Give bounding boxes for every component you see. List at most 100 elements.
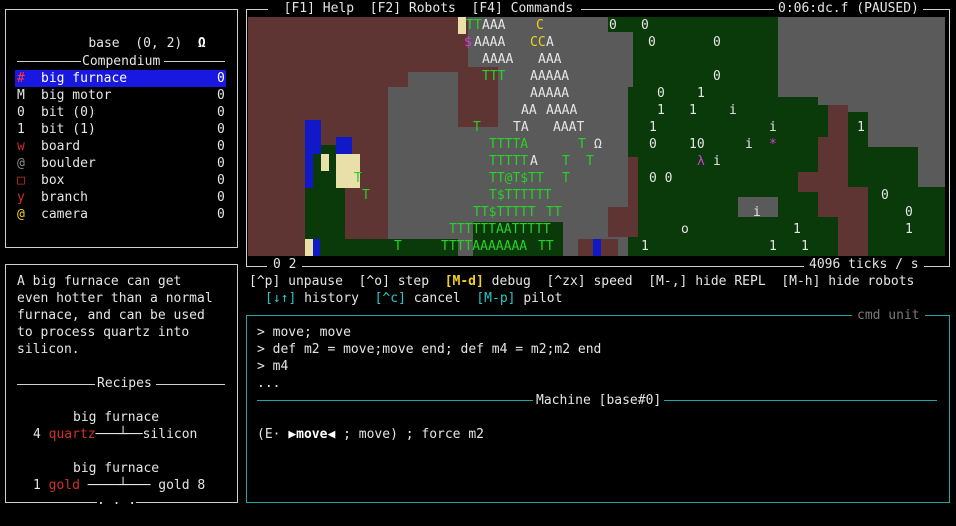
world-entity: AAAA [546, 103, 578, 118]
item-name: bit (1) [41, 122, 96, 137]
help-menu[interactable]: [F1] Help [284, 1, 354, 16]
world-coords: 0 2 [267, 256, 303, 273]
world-entity: T [473, 120, 481, 135]
world-entity: T [562, 171, 570, 186]
world-entity: 0 [713, 35, 721, 50]
item-count: 0 [217, 105, 225, 120]
world-entity: Ω [594, 137, 602, 152]
compendium-item[interactable]: □ box 0 [15, 172, 226, 189]
keybind-key[interactable]: [M-d] [445, 274, 484, 289]
keybind-label: step [397, 274, 430, 289]
world-entity: T$TTTTTT [489, 188, 552, 203]
world-entity: TT [546, 205, 562, 220]
item-glyph: @ [17, 156, 25, 171]
recipe-output: gold 8 [158, 478, 206, 493]
world-entity: i [745, 137, 753, 152]
description-line: to process quartz into [17, 325, 190, 340]
description-line: silicon. [17, 342, 80, 357]
terrain-cell [305, 137, 321, 154]
compendium-item[interactable]: @ camera 0 [15, 206, 226, 223]
description-panel: A big furnace can get even hotter than a… [5, 264, 238, 509]
world-entity: TT [466, 18, 482, 33]
compendium-title: Compendium [82, 54, 161, 69]
machine-title: Machine [base#0] [533, 392, 665, 409]
compendium-item[interactable]: 1 bit (1) 0 [15, 121, 226, 138]
terrain-cell [305, 239, 313, 256]
world-entity: AAAA [474, 35, 506, 50]
machine-state: (E· ▶move◀ ; move) ; force m2 [257, 426, 484, 443]
repl-history-line: > move; move [257, 325, 351, 340]
recipe-machine: big furnace [73, 461, 160, 476]
machine-prefix: (E· [257, 427, 289, 442]
keybind-key[interactable]: [↓↑] [265, 291, 296, 306]
terrain-cell [738, 17, 778, 197]
compendium-item[interactable]: @ boulder 0 [15, 155, 226, 172]
item-glyph: w [17, 139, 25, 154]
description-line: furnace, and can be used [17, 308, 205, 323]
item-count: 0 [217, 122, 225, 137]
world-entity: TTTTA [489, 137, 529, 152]
world-entity: * [769, 137, 777, 152]
world-entity: 1 [801, 239, 809, 254]
recipe-quantity: 1 [33, 478, 41, 493]
omega-icon: Ω [197, 36, 206, 51]
world-entity: CC [530, 35, 546, 50]
compendium-item[interactable]: w board 0 [15, 138, 226, 155]
more-recipes-indicator: . . . [97, 492, 137, 509]
item-glyph: M [17, 88, 25, 103]
world-entity: T [394, 239, 402, 254]
item-count: 0 [217, 71, 225, 86]
item-glyph: # [17, 71, 25, 86]
robots-menu[interactable]: [F2] Robots [370, 1, 456, 16]
compendium-item[interactable]: y branch 0 [15, 189, 226, 206]
compendium-item[interactable]: 0 bit (0) 0 [15, 104, 226, 121]
keybind-key[interactable]: [^c] [375, 291, 406, 306]
keybind-key[interactable]: [^o] [359, 274, 390, 289]
terrain-cell [312, 239, 320, 256]
keybind-key[interactable]: [^p] [249, 274, 280, 289]
world-entity: 1 [769, 239, 777, 254]
recipe-arrow: ────┴─── [87, 478, 151, 493]
terrain-cell [336, 137, 352, 154]
terrain-cell [608, 207, 638, 237]
terrain-cell [388, 87, 458, 256]
keybind-key[interactable]: [M-,] [648, 274, 687, 289]
item-glyph: □ [17, 173, 25, 188]
item-name: camera [41, 207, 88, 222]
recipe-machine: big furnace [73, 410, 160, 425]
world-entity: TT [538, 239, 554, 254]
compendium-item[interactable]: # big furnace 0 [15, 70, 226, 87]
world-entity: 1 [649, 120, 657, 135]
keybind-key[interactable]: [M-p] [476, 291, 515, 306]
item-name: branch [41, 190, 88, 205]
item-name: big motor [41, 88, 112, 103]
world-view[interactable]: TT AAA C 0 0 $ AAAA CC A 0 0 AAAA AAA TTT AAAAA 0 AAAAA 0… [248, 17, 945, 256]
keybind-label: cancel [413, 291, 461, 306]
world-entity: 1 [641, 239, 649, 254]
machine-suffix: ; move) ; force m2 [335, 427, 484, 442]
world-entity: TTTTT [489, 154, 529, 169]
world-entity: AAA [538, 52, 562, 67]
repl-history-line: > def m2 = move;move end; def m4 = m2;m2… [257, 342, 602, 357]
repl-history-line: ... [257, 376, 281, 391]
terrain-cell [336, 154, 360, 171]
keybind-key[interactable]: [M-h] [781, 274, 820, 289]
world-entity: 0 [648, 35, 656, 50]
world-entity: 0 [641, 18, 649, 33]
commands-menu[interactable]: [F4] Commands [472, 1, 574, 16]
recipes-title: Recipes [97, 376, 152, 391]
compendium-item[interactable]: Mbig motor 0 [15, 87, 226, 104]
world-entity: 1 [689, 103, 697, 118]
world-entity: AAAAA [530, 69, 570, 84]
game-status: 0:06:dc.f (PAUSED) [774, 0, 923, 17]
terrain-cell [305, 171, 313, 188]
keybind-key[interactable]: [^zx] [546, 274, 585, 289]
divider [164, 61, 225, 62]
description-line: even hotter than a normal [17, 291, 213, 306]
repl-history-line: > m4 [257, 359, 289, 374]
tick-speed: 4096 ticks / s [804, 256, 924, 273]
world-entity: AAA [482, 18, 506, 33]
item-name: big furnace [41, 71, 128, 86]
world-entity: i [769, 120, 777, 135]
base-panel: base (0, 2) Ω Compendium # big furnace 0 Mb… [5, 9, 238, 248]
